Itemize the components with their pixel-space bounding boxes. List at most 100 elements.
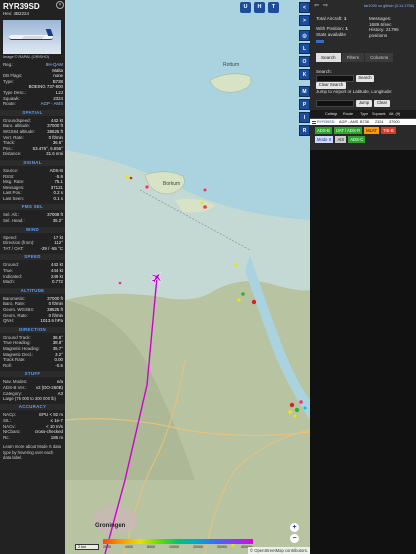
toolbar-next-button[interactable]: >: [299, 15, 310, 26]
filter-adsc[interactable]: ADS-C: [348, 136, 366, 143]
info-row: Mach: 0.772: [0, 279, 65, 285]
filter-mlat[interactable]: MLAT: [364, 127, 379, 134]
jump-label: Jump to Airport or Latitude, Longitude:: [316, 89, 393, 94]
info-label: Type:: [3, 78, 14, 84]
aircraft-wing: [21, 36, 45, 39]
map-label-groningen: Groningen: [95, 523, 126, 529]
stats-available-link[interactable]: Stats available: [316, 32, 366, 38]
info-row: Last Seen: 0.1 s: [0, 196, 65, 202]
row-type: B738: [360, 120, 369, 124]
close-icon[interactable]: ×: [56, 1, 64, 9]
table-row[interactable]: RYR39SD AGP - AMS B738 2324 37000: [310, 119, 416, 125]
map-button-t[interactable]: T: [268, 2, 279, 13]
info-label: Sel. Head.:: [3, 218, 25, 224]
info-row: QNH: 1013.6 hPa: [0, 318, 65, 324]
col-type[interactable]: Type: [360, 112, 372, 116]
info-value: 0.772: [52, 279, 63, 285]
footer-note: Learn more about Mode S data type by hov…: [3, 444, 61, 460]
col-callsign[interactable]: Callsign: [310, 112, 337, 116]
map-attribution[interactable]: © OpenStreetMap contributors.: [247, 547, 310, 554]
altitude-rows: Barometric: 37000 ft Baro. Rate: 0 ft/min Ge…: [0, 296, 65, 324]
section-spatial: SPATIAL: [0, 109, 65, 116]
sidebar-tabs: Search Filters Columns: [316, 53, 394, 62]
info-label: Reg.:: [3, 62, 14, 67]
filter-adsb[interactable]: ADS-B: [315, 127, 332, 134]
toolbar-l-button[interactable]: L: [299, 43, 310, 54]
section-signal: SIGNAL: [0, 159, 65, 166]
info-value: 35.2°: [52, 218, 63, 224]
section-direction: DIRECTION: [0, 326, 65, 333]
zoom-in-button[interactable]: +: [290, 523, 299, 532]
toolbar-o-button[interactable]: O: [299, 56, 310, 67]
map-label-rottum: Rottum: [223, 62, 239, 68]
altitude-legend-labels: 2000 4000 8000 10000 20000 30000 40000+: [103, 545, 253, 549]
filter-modes[interactable]: Mode S: [315, 136, 334, 143]
toolbar-center-button[interactable]: ◎: [299, 30, 310, 41]
aircraft-table: Callsign Route Type Squawk Alt. (ft) RYR…: [310, 110, 416, 125]
clear-search-button[interactable]: Clear Search: [316, 82, 346, 89]
toolbar-k-button[interactable]: K: [299, 69, 310, 80]
forward-icon[interactable]: ⇨: [322, 3, 329, 10]
info-value: 186 m: [50, 434, 63, 440]
aircraft-details: Reg.: 9H-QAM Malta DB Flags: none Type: B738 BO…: [0, 62, 65, 107]
section-speed: SPEED: [0, 254, 65, 261]
info-row: TAT / OAT: -29 / -55 °C: [0, 246, 65, 252]
map-button-u[interactable]: U: [240, 2, 251, 13]
row-callsign[interactable]: RYR39SD: [317, 120, 337, 124]
flag-icon: [312, 120, 316, 124]
photo-credit[interactable]: Image © RAPAL (ORISHO): [0, 54, 65, 62]
section-altitude: ALTITUDE: [0, 287, 65, 294]
search-button[interactable]: Search: [356, 75, 374, 82]
toolbar-r-button[interactable]: R: [299, 125, 310, 136]
col-route[interactable]: Route: [337, 112, 360, 116]
search-input[interactable]: [316, 75, 354, 82]
filter-ais[interactable]: AIS: [335, 136, 347, 143]
version-link[interactable]: tar1090 on github (3.14.1758): [364, 4, 414, 8]
map-view[interactable]: Rottum Borkum Groningen U H T + − 2 km 2…: [65, 0, 310, 554]
info-label: Route:: [3, 101, 16, 107]
toolbar-p-button[interactable]: P: [299, 99, 310, 110]
search-label: Search:: [316, 69, 332, 74]
source-filters: ADS-B UAT / ADS-R MLAT TIS-B Mode S AIS …: [315, 127, 415, 145]
back-icon[interactable]: ⇦: [313, 3, 320, 10]
filter-tisb[interactable]: TIS-B: [380, 127, 396, 134]
with-position-count: 1: [345, 25, 348, 31]
jump-input[interactable]: [316, 100, 354, 107]
map-label-borkum: Borkum: [163, 181, 180, 187]
info-label: Roll:: [3, 362, 12, 368]
jump-button[interactable]: Jump: [356, 100, 372, 107]
col-alt[interactable]: Alt. (ft): [389, 112, 403, 116]
info-row: Roll: -0.5: [0, 363, 65, 369]
altitude-legend: [103, 539, 253, 544]
info-value: 0.1 s: [53, 195, 63, 201]
clear-button[interactable]: Clear: [374, 100, 390, 107]
info-label: Rc:: [3, 434, 10, 440]
info-value: 1013.6 hPa: [40, 318, 63, 324]
total-aircraft-count: 1: [343, 16, 347, 21]
info-value[interactable]: AGP - AMS: [41, 101, 63, 107]
toolbar-prev-button[interactable]: <: [299, 2, 310, 13]
info-row: Route: AGP - AMS: [0, 101, 65, 107]
toolbar-i-button[interactable]: I: [299, 112, 310, 123]
aircraft-info-panel: RYR39SD Hex: 4B2224 × Image © RAPAL (ORI…: [0, 0, 65, 554]
info-label: Last Seen:: [3, 195, 24, 201]
section-wind: WIND: [0, 226, 65, 233]
direction-rows: Ground Track: 36.6° True Heading: 38.8° Magn…: [0, 335, 65, 369]
spatial-rows: Groundspeed: 442 kt Baro. altitude: 37000 f…: [0, 118, 65, 157]
zoom-out-button[interactable]: −: [290, 534, 299, 543]
row-squawk: 2324: [375, 120, 384, 124]
info-label: QNH:: [3, 318, 14, 324]
info-value: -29 / -55 °C: [40, 245, 64, 251]
col-squawk[interactable]: Squawk: [372, 112, 389, 116]
tab-columns[interactable]: Columns: [365, 53, 394, 62]
map-button-h[interactable]: H: [254, 2, 265, 13]
aircraft-photo[interactable]: [3, 20, 61, 54]
filter-uat[interactable]: UAT / ADS-R: [333, 127, 363, 134]
section-stuff: STUFF: [0, 371, 65, 378]
tab-search[interactable]: Search: [316, 53, 341, 62]
info-label: Mach:: [3, 279, 15, 285]
info-row: Distance: 31.6 nmi: [0, 151, 65, 157]
tab-filters[interactable]: Filters: [341, 53, 365, 62]
toolbar-m-button[interactable]: M: [299, 86, 310, 97]
map-canvas: Rottum Borkum Groningen: [65, 0, 310, 554]
